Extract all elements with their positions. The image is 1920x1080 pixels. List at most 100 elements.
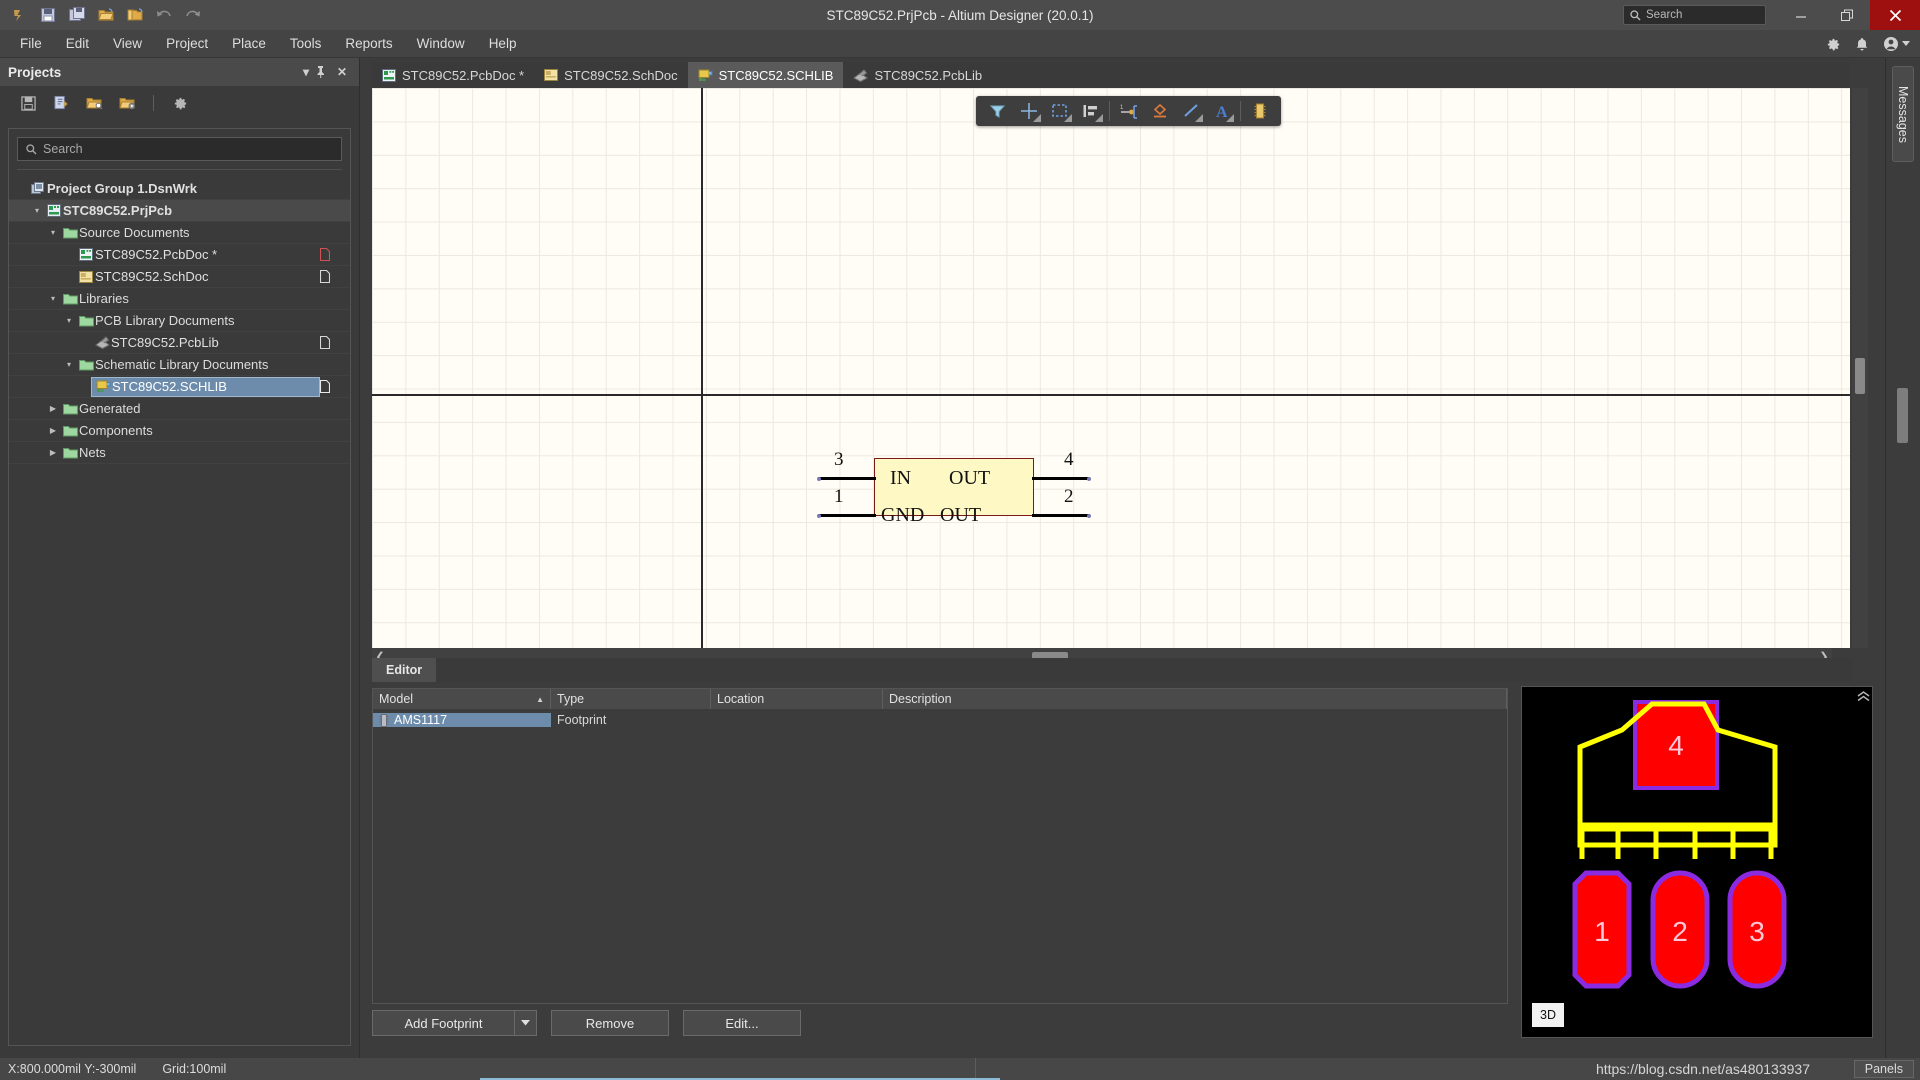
tree-item-pcb-library-documents[interactable]: ▾PCB Library Documents: [9, 310, 350, 332]
tree-item-nets[interactable]: ▶Nets: [9, 442, 350, 464]
tree-item-stc89c52-pcblib[interactable]: STC89C52.PcbLib: [9, 332, 350, 354]
select-area-icon[interactable]: [1044, 97, 1075, 125]
document-tab-stc89c52-schlib[interactable]: STC89C52.SCHLIB: [688, 62, 844, 88]
pin-number-4: 4: [1064, 449, 1074, 471]
tab-editor[interactable]: Editor: [372, 658, 436, 682]
bell-icon[interactable]: [1855, 37, 1869, 52]
pin-endpoint-2: [1087, 514, 1091, 518]
svg-text:1: 1: [1594, 916, 1610, 947]
save-all-icon[interactable]: [67, 5, 87, 25]
tree-item-status: [320, 270, 350, 283]
chevron-down-icon[interactable]: ▾: [297, 65, 315, 79]
global-search-input[interactable]: Search: [1623, 5, 1766, 25]
add-footprint-dropdown-icon[interactable]: [514, 1011, 536, 1035]
table-row[interactable]: AMS1117 Footprint: [373, 709, 1507, 731]
place-pin-icon[interactable]: 1: [1113, 97, 1144, 125]
place-component-icon[interactable]: [1244, 97, 1275, 125]
canvas-vertical-scrollbar[interactable]: [1852, 88, 1868, 648]
pin-name-in: IN: [890, 467, 911, 490]
footprint-icon: [379, 714, 389, 727]
tree-item-stc89c52-pcbdoc[interactable]: STC89C52.PcbDoc *: [9, 244, 350, 266]
minimize-button[interactable]: [1778, 0, 1824, 30]
tree-item-label: STC89C52.PcbDoc *: [95, 247, 320, 262]
crosshair-place-icon[interactable]: [1013, 97, 1044, 125]
preview-3d-toggle[interactable]: 3D: [1532, 1003, 1564, 1027]
tree-item-stc89c52-schdoc[interactable]: STC89C52.SchDoc: [9, 266, 350, 288]
edit-button[interactable]: Edit...: [683, 1010, 801, 1036]
panels-button[interactable]: Panels: [1854, 1060, 1914, 1078]
tree-item-schematic-library-documents[interactable]: ▾Schematic Library Documents: [9, 354, 350, 376]
canvas-vscroll-thumb[interactable]: [1855, 358, 1865, 394]
svg-text:2: 2: [1672, 916, 1688, 947]
expand-arrow-closed-icon[interactable]: ▶: [47, 426, 59, 435]
model-table: Model▲ Type Location Description AMS1117…: [372, 688, 1508, 1004]
projects-panel-header: Projects ▾ ✕: [0, 58, 359, 86]
altium-logo-icon[interactable]: [9, 5, 29, 25]
expand-arrow-open-icon[interactable]: ▾: [47, 228, 59, 237]
place-text-icon[interactable]: A: [1206, 97, 1237, 125]
remove-button[interactable]: Remove: [551, 1010, 669, 1036]
menu-help[interactable]: Help: [477, 30, 529, 58]
column-header-location[interactable]: Location: [711, 689, 883, 709]
model-action-buttons: Add Footprint Remove Edit...: [372, 1010, 801, 1036]
menu-tools[interactable]: Tools: [278, 30, 334, 58]
document-tab-label: STC89C52.PcbLib: [874, 68, 982, 83]
compile-icon[interactable]: [51, 93, 71, 113]
menu-file[interactable]: File: [8, 30, 54, 58]
schematic-library-canvas[interactable]: 1 A 3 IN 1: [372, 88, 1850, 648]
gear-icon[interactable]: [1826, 37, 1841, 52]
add-footprint-button[interactable]: Add Footprint: [372, 1010, 537, 1036]
svg-text:1: 1: [1120, 105, 1124, 111]
footprint-preview[interactable]: 4 1 2 3 3D: [1521, 686, 1873, 1038]
tree-item-project-group-1-dsnwrk[interactable]: Project Group 1.DsnWrk: [9, 178, 350, 200]
tree-item-components[interactable]: ▶Components: [9, 420, 350, 442]
expand-arrow-open-icon[interactable]: ▾: [63, 316, 75, 325]
project-options-folder-icon[interactable]: [117, 93, 137, 113]
pin-icon[interactable]: [315, 66, 333, 78]
document-tab-stc89c52-schdoc[interactable]: STC89C52.SchDoc: [534, 62, 687, 88]
column-header-description[interactable]: Description: [883, 689, 1507, 709]
menu-place[interactable]: Place: [220, 30, 278, 58]
tree-item-stc89c52-schlib[interactable]: STC89C52.SCHLIB: [9, 376, 350, 398]
open-folder-icon[interactable]: [96, 5, 116, 25]
save-icon[interactable]: [18, 93, 38, 113]
column-header-type[interactable]: Type: [551, 689, 711, 709]
projects-search-input[interactable]: Search: [17, 137, 342, 161]
document-tab-stc89c52-pcblib[interactable]: STC89C52.PcbLib: [843, 62, 992, 88]
tree-item-generated[interactable]: ▶Generated: [9, 398, 350, 420]
align-icon[interactable]: [1075, 97, 1106, 125]
panel-tab-messages[interactable]: Messages: [1892, 66, 1914, 162]
place-line-icon[interactable]: [1175, 97, 1206, 125]
close-button[interactable]: [1870, 0, 1920, 30]
tree-item-label: Libraries: [79, 291, 320, 306]
cell-model[interactable]: AMS1117: [373, 713, 551, 727]
expand-arrow-open-icon[interactable]: ▾: [63, 360, 75, 369]
tree-item-stc89c52-prjpcb[interactable]: ▾STC89C52.PrjPcb: [9, 200, 350, 222]
menu-project[interactable]: Project: [154, 30, 220, 58]
watermark-url: https://blog.csdn.net/as480133937: [1596, 1061, 1810, 1077]
close-icon[interactable]: ✕: [333, 65, 351, 79]
filter-icon[interactable]: [982, 97, 1013, 125]
tree-item-source-documents[interactable]: ▾Source Documents: [9, 222, 350, 244]
expand-arrow-closed-icon[interactable]: ▶: [47, 404, 59, 413]
menu-view[interactable]: View: [101, 30, 154, 58]
menu-window[interactable]: Window: [405, 30, 477, 58]
open-project-icon[interactable]: [125, 5, 145, 25]
preview-collapse-icon[interactable]: [1857, 691, 1870, 702]
column-header-model[interactable]: Model▲: [373, 689, 551, 709]
menu-edit[interactable]: Edit: [54, 30, 101, 58]
tree-item-libraries[interactable]: ▾ Libraries: [9, 288, 350, 310]
right-strip-scroll-thumb[interactable]: [1897, 388, 1908, 443]
expand-arrow-closed-icon[interactable]: ▶: [47, 448, 59, 457]
account-icon[interactable]: [1883, 36, 1910, 52]
gear-icon[interactable]: [170, 93, 190, 113]
place-polygon-icon[interactable]: [1144, 97, 1175, 125]
menu-reports[interactable]: Reports: [333, 30, 404, 58]
restore-button[interactable]: [1824, 0, 1870, 30]
document-tab-stc89c52-pcbdoc[interactable]: STC89C52.PcbDoc *: [372, 62, 534, 88]
expand-arrow-open-icon[interactable]: ▾: [47, 294, 59, 303]
projects-panel-body: Search Project Group 1.DsnWrk▾STC89C52.P…: [8, 128, 351, 1046]
save-icon[interactable]: [38, 5, 58, 25]
expand-arrow-open-icon[interactable]: ▾: [31, 206, 43, 215]
open-search-folder-icon[interactable]: [84, 93, 104, 113]
